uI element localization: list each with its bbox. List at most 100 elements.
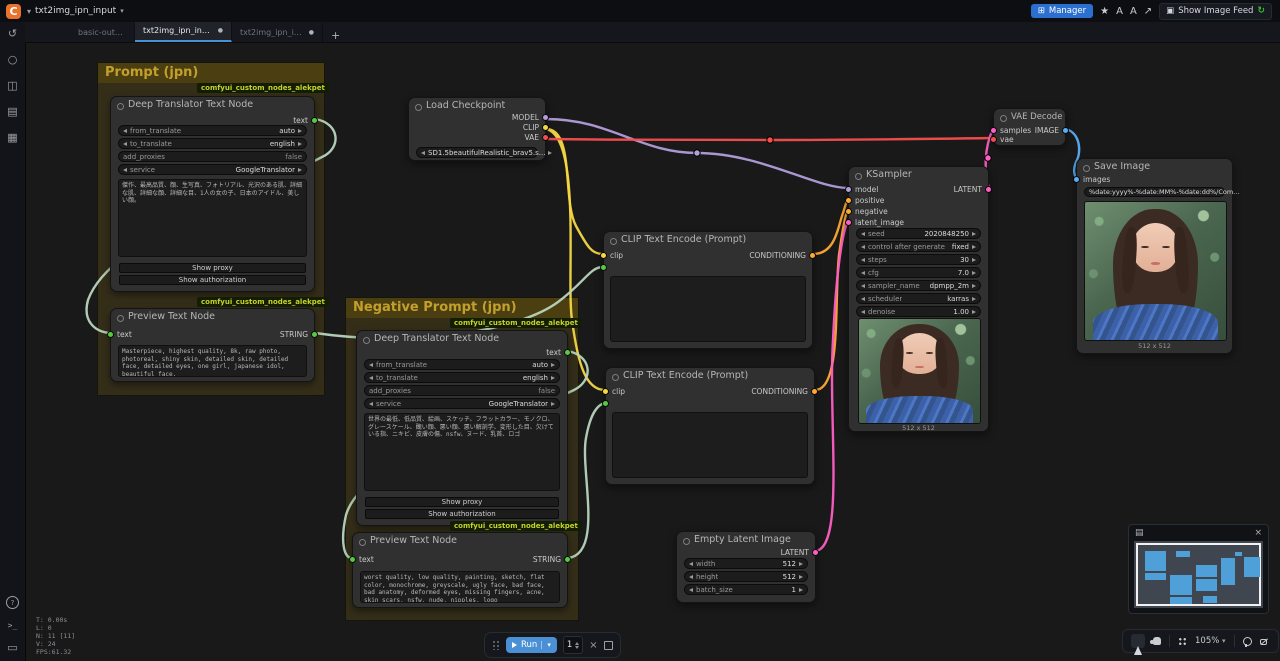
node-library-icon[interactable]: ◫ — [7, 80, 17, 91]
decrement-arrow-icon[interactable] — [861, 245, 865, 249]
widget-filename-prefix[interactable]: %date:yyyy%-%date:MM%-%date:dd%/Com... — [1084, 187, 1225, 197]
minimap-panel[interactable]: ▤ × — [1128, 524, 1269, 614]
slot-dot[interactable] — [542, 134, 549, 141]
collapse-dot-icon[interactable] — [359, 539, 366, 546]
help-icon[interactable]: ? — [6, 596, 19, 609]
batch-count-input[interactable]: 1 — [563, 636, 583, 654]
widget-add-proxies[interactable]: add_proxies false — [118, 151, 307, 162]
show-authorization-button[interactable]: Show authorization — [119, 275, 306, 285]
keyboard-icon[interactable]: ▭ — [7, 642, 17, 653]
close-icon[interactable]: × — [1254, 528, 1262, 538]
input-text[interactable]: text — [349, 555, 374, 564]
increment-arrow-icon[interactable] — [298, 129, 302, 133]
node-save-image[interactable]: Save Image images %date:yyyy%-%date:MM%-… — [1076, 158, 1233, 354]
collapse-dot-icon[interactable] — [117, 315, 124, 322]
input-negative[interactable]: negative — [845, 207, 888, 216]
decrement-arrow-icon[interactable] — [123, 142, 127, 146]
slot-dot[interactable] — [985, 186, 992, 193]
reroute-dot-latent[interactable] — [985, 155, 991, 161]
show-authorization-button[interactable]: Show authorization — [365, 509, 559, 519]
widget-batch-size[interactable]: batch_size 1 — [684, 584, 808, 595]
node-clip-text-encode-negative[interactable]: CLIP Text Encode (Prompt) clip CONDITION… — [605, 367, 815, 485]
widget-height[interactable]: height 512 — [684, 571, 808, 582]
output-latent[interactable]: LATENT — [781, 548, 819, 557]
decrement-arrow-icon[interactable] — [369, 376, 373, 380]
widget-width[interactable]: width 512 — [684, 558, 808, 569]
decrement-arrow-icon[interactable] — [123, 129, 127, 133]
workflows-gallery-icon[interactable]: ▦ — [7, 132, 17, 143]
input-images[interactable]: images — [1073, 175, 1110, 184]
decrement-arrow-icon[interactable] — [861, 310, 865, 314]
model-library-icon[interactable]: ▤ — [7, 106, 17, 117]
input-vae[interactable]: vae — [990, 135, 1014, 144]
input-samples[interactable]: samples — [990, 126, 1031, 135]
slot-dot[interactable] — [602, 400, 609, 407]
group-title[interactable]: Prompt (jpn) — [98, 63, 324, 83]
slot-dot[interactable] — [542, 114, 549, 121]
decrement-arrow-icon[interactable] — [861, 297, 865, 301]
slot-dot[interactable] — [107, 331, 114, 338]
increment-arrow-icon[interactable] — [551, 376, 555, 380]
increment-arrow-icon[interactable] — [551, 402, 555, 406]
widget-service[interactable]: service GoogleTranslator — [118, 164, 307, 175]
collapse-dot-icon[interactable] — [683, 538, 690, 545]
collapse-dot-icon[interactable] — [1083, 165, 1090, 172]
chevron-down-icon[interactable]: ▾ — [541, 641, 551, 649]
node-ksampler[interactable]: KSampler model positive negative latent_… — [848, 166, 989, 432]
increment-arrow-icon[interactable] — [551, 363, 555, 367]
tab-txt2img-ipn-input2[interactable]: txt2img_ipn_input2 ● — [232, 23, 323, 42]
decrement-arrow-icon[interactable] — [369, 402, 373, 406]
slot-dot[interactable] — [564, 349, 571, 356]
widget-service[interactable]: service GoogleTranslator — [364, 398, 560, 409]
increment-arrow-icon[interactable] — [799, 562, 803, 566]
input-clip[interactable]: clip — [600, 251, 623, 260]
widget-control-after-generate[interactable]: control after generate fixed — [856, 241, 981, 252]
clear-queue-icon[interactable]: × — [589, 640, 597, 651]
tab-basic-outpainting[interactable]: basic-outpainting-wor... — [70, 23, 135, 42]
feed-toggle-icon[interactable]: ↻ — [1257, 6, 1265, 16]
widget-to-translate[interactable]: to_translate english — [364, 372, 560, 383]
slot-dot[interactable] — [812, 549, 819, 556]
decrement-arrow-icon[interactable] — [689, 575, 693, 579]
slot-dot[interactable] — [990, 127, 997, 134]
prompt-textarea[interactable]: 傑作、最高品質、顔、生写真、フォトリアル、光沢のある肌、詳細な肌、詳細な顔、詳細… — [118, 179, 307, 257]
widget-denoise[interactable]: denoise 1.00 — [856, 306, 981, 317]
output-string[interactable]: STRING — [533, 555, 571, 564]
increment-arrow-icon[interactable] — [972, 310, 976, 314]
node-preview-text-negative[interactable]: Preview Text Node text STRING worst qual… — [352, 532, 568, 608]
decrement-arrow-icon[interactable] — [861, 284, 865, 288]
new-tab-button[interactable]: + — [323, 29, 348, 42]
collapse-dot-icon[interactable] — [1000, 115, 1007, 122]
font-size-icon[interactable]: A — [1116, 6, 1123, 17]
toggle-lightbulb-icon[interactable] — [1243, 637, 1252, 646]
increment-arrow-icon[interactable] — [799, 588, 803, 592]
node-deep-translator-negative[interactable]: Deep Translator Text Node text from_tran… — [356, 330, 568, 526]
increment-arrow-icon[interactable] — [298, 168, 302, 172]
widget-seed[interactable]: seed 2020848250 — [856, 228, 981, 239]
widget-add-proxies[interactable]: add_proxies false — [364, 385, 560, 396]
decrement-arrow-icon[interactable] — [689, 562, 693, 566]
slot-dot[interactable] — [600, 264, 607, 271]
layers-icon[interactable]: ▤ — [1135, 528, 1144, 538]
font-size-icon-2[interactable]: A — [1130, 6, 1137, 17]
increment-arrow-icon[interactable] — [799, 575, 803, 579]
pointer-tool-button[interactable] — [1131, 634, 1145, 648]
count-stepper[interactable] — [575, 642, 579, 649]
decrement-arrow-icon[interactable] — [421, 151, 425, 155]
increment-arrow-icon[interactable] — [972, 258, 976, 262]
comfyui-logo[interactable]: C — [6, 4, 21, 19]
collapse-dot-icon[interactable] — [363, 337, 370, 344]
input-text-converted[interactable] — [600, 264, 607, 271]
chevron-down-icon[interactable]: ▾ — [27, 7, 31, 16]
output-clip[interactable]: CLIP — [523, 123, 549, 132]
slot-dot[interactable] — [845, 208, 852, 215]
drag-handle-icon[interactable] — [492, 640, 500, 650]
decrement-arrow-icon[interactable] — [861, 258, 865, 262]
widget-ckpt-name[interactable]: SD1.5beautifulRealistic_brav5.s... — [416, 147, 538, 158]
saved-image[interactable] — [1084, 201, 1227, 341]
show-proxy-button[interactable]: Show proxy — [119, 263, 306, 273]
widget-cfg[interactable]: cfg 7.0 — [856, 267, 981, 278]
node-deep-translator-positive[interactable]: Deep Translator Text Node text from_tran… — [110, 96, 315, 292]
slot-dot[interactable] — [809, 252, 816, 259]
reroute-dot-vae[interactable] — [767, 137, 773, 143]
